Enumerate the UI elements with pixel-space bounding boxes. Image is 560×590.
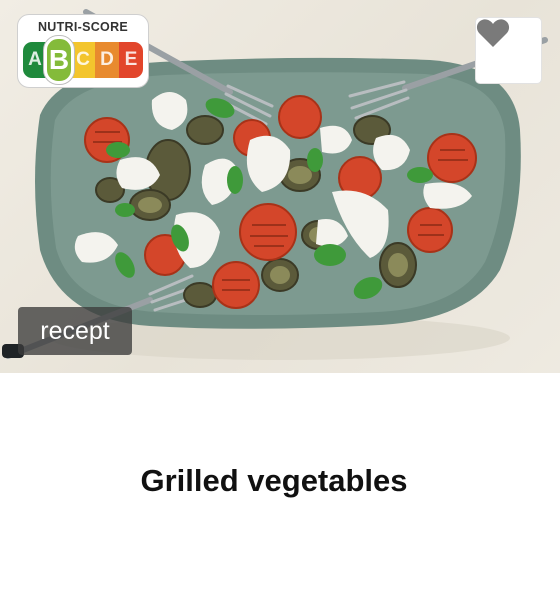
- nutri-grade-c: C: [71, 42, 95, 78]
- nutri-grade-e: E: [119, 42, 143, 78]
- recipe-type-badge: recept: [18, 307, 132, 355]
- nutri-grade-d: D: [95, 42, 119, 78]
- recipe-card[interactable]: NUTRI-SCORE A B C D E recept Grilled veg…: [0, 0, 560, 590]
- nutri-score-scale: A B C D E: [23, 36, 143, 84]
- recipe-photo[interactable]: NUTRI-SCORE A B C D E recept: [0, 0, 560, 373]
- nutri-score-label: NUTRI-SCORE A B C D E: [17, 14, 149, 88]
- favorite-button[interactable]: [475, 17, 542, 84]
- nutri-grade-b: B: [44, 36, 74, 84]
- heart-icon: [476, 19, 510, 47]
- nutri-score-title: NUTRI-SCORE: [37, 20, 129, 34]
- recipe-title[interactable]: Grilled vegetables: [0, 463, 548, 499]
